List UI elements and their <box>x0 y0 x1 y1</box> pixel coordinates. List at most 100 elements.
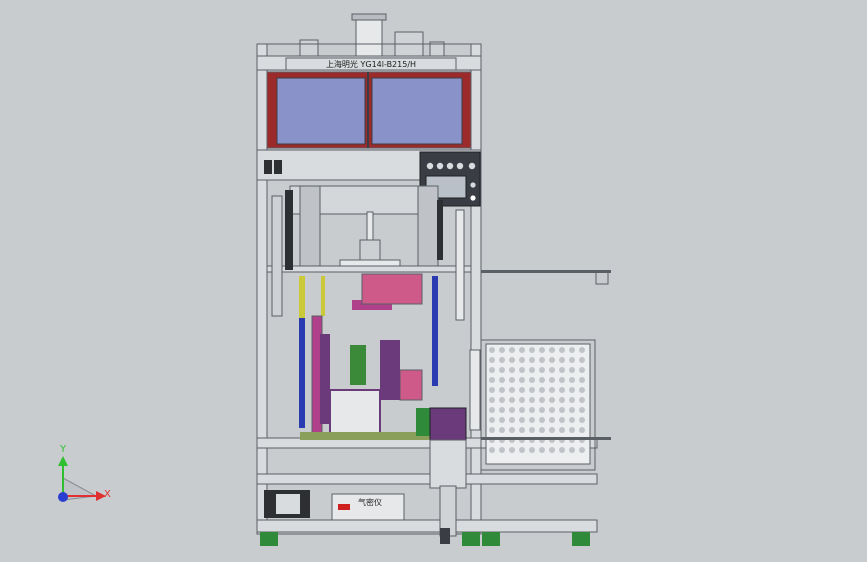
perforation-hole <box>529 377 535 383</box>
perforation-hole <box>519 427 525 433</box>
perforation-hole <box>499 397 505 403</box>
perforation-hole <box>489 447 495 453</box>
perforation-hole <box>559 387 565 393</box>
perforation-hole <box>529 447 535 453</box>
perforation-hole <box>559 407 565 413</box>
perforation-hole <box>529 397 535 403</box>
perforation-hole <box>559 367 565 373</box>
perforation-hole <box>519 367 525 373</box>
perforation-hole <box>499 347 505 353</box>
perforation-hole <box>499 447 505 453</box>
top-cylinder <box>351 13 387 61</box>
perforation-hole <box>519 407 525 413</box>
perforation-hole <box>519 357 525 363</box>
perforation-hole <box>489 427 495 433</box>
perforation-hole <box>549 367 555 373</box>
perforation-hole <box>569 367 575 373</box>
perforation-hole <box>569 427 575 433</box>
perforation-hole <box>549 347 555 353</box>
perforation-hole <box>549 427 555 433</box>
perforation-hole <box>489 417 495 423</box>
perforation-hole <box>539 357 545 363</box>
perforation-hole <box>519 377 525 383</box>
perforation-hole <box>539 407 545 413</box>
perforation-hole <box>509 417 515 423</box>
perforation-hole <box>559 447 565 453</box>
perforation-hole <box>579 407 585 413</box>
perforation-hole <box>529 387 535 393</box>
perforation-hole <box>549 377 555 383</box>
perforation-hole <box>579 397 585 403</box>
perforation-hole <box>569 407 575 413</box>
perforation-hole <box>549 397 555 403</box>
coordinate-triad-icon: Y X <box>58 444 111 502</box>
perforation-hole <box>499 367 505 373</box>
perforation-hole <box>569 397 575 403</box>
perforation-hole <box>529 367 535 373</box>
perforation-hole <box>519 397 525 403</box>
perforation-hole <box>509 447 515 453</box>
cad-assembly-view: 上海明光 YG14l-B215/H 气密仪 Y X <box>58 13 611 546</box>
perforation-hole <box>549 357 555 363</box>
perforation-hole <box>529 357 535 363</box>
perforation-hole <box>579 427 585 433</box>
perforation-hole <box>499 377 505 383</box>
perforation-hole <box>579 447 585 453</box>
perforation-hole <box>539 447 545 453</box>
perforation-hole <box>499 417 505 423</box>
perforation-hole <box>549 407 555 413</box>
perforation-hole <box>539 347 545 353</box>
perforation-hole <box>509 347 515 353</box>
title-plate: 上海明光 YG14l-B215/H <box>285 57 457 71</box>
perforation-hole <box>559 397 565 403</box>
perforation-hole <box>539 377 545 383</box>
perforation-hole <box>519 347 525 353</box>
perforation-hole <box>549 417 555 423</box>
perforation-hole <box>489 357 495 363</box>
perforation-hole <box>559 357 565 363</box>
perforation-hole <box>559 377 565 383</box>
perforation-hole <box>539 367 545 373</box>
perforation-hole <box>509 367 515 373</box>
perforation-hole <box>489 387 495 393</box>
perforation-hole <box>489 367 495 373</box>
perforation-hole <box>579 377 585 383</box>
perforation-hole <box>499 427 505 433</box>
perforation-hole <box>539 417 545 423</box>
perforation-hole <box>559 417 565 423</box>
perforation-hole <box>539 397 545 403</box>
perforation-hole <box>489 407 495 413</box>
perforation-hole <box>499 407 505 413</box>
perforation-hole <box>549 387 555 393</box>
gauge-box: 气密仪 <box>331 493 405 521</box>
perforation-hole <box>569 347 575 353</box>
perforation-hole <box>569 417 575 423</box>
perforation-hole <box>539 387 545 393</box>
perforation-hole <box>579 417 585 423</box>
perforation-hole <box>569 387 575 393</box>
perforation-hole <box>499 387 505 393</box>
side-arm <box>481 270 611 285</box>
perforation-hole <box>529 347 535 353</box>
perforation-hole <box>489 347 495 353</box>
title-plate-text: 上海明光 YG14l-B215/H <box>326 59 416 69</box>
perforation-hole <box>509 357 515 363</box>
perforation-hole <box>529 427 535 433</box>
x-axis-label: X <box>104 489 111 500</box>
perforation-hole <box>569 447 575 453</box>
perforation-hole <box>569 377 575 383</box>
perforation-hole <box>579 387 585 393</box>
perforation-hole <box>529 417 535 423</box>
perforation-hole <box>519 447 525 453</box>
perforation-hole <box>489 397 495 403</box>
perforation-hole <box>549 447 555 453</box>
right-sub-frame <box>480 339 611 471</box>
upper-window <box>266 71 472 149</box>
perforation-hole <box>539 427 545 433</box>
perforation-hole <box>559 347 565 353</box>
perforation-hole <box>509 377 515 383</box>
lower-left-panel <box>264 490 310 518</box>
perforation-hole <box>579 367 585 373</box>
perforation-hole <box>579 347 585 353</box>
perforation-hole <box>509 427 515 433</box>
